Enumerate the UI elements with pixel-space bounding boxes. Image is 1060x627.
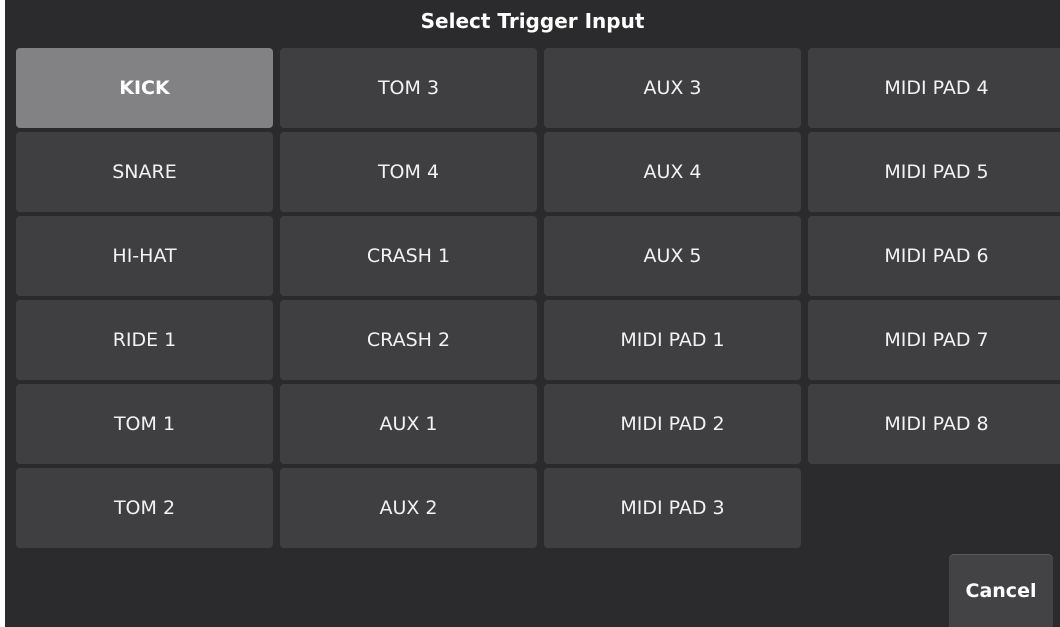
trigger-option-midi-pad-2[interactable]: MIDI PAD 2: [544, 384, 801, 464]
trigger-option-tom-1[interactable]: TOM 1: [16, 384, 273, 464]
trigger-option-midi-pad-5[interactable]: MIDI PAD 5: [808, 132, 1060, 212]
trigger-option-tom-2[interactable]: TOM 2: [16, 468, 273, 548]
trigger-option-aux-4[interactable]: AUX 4: [544, 132, 801, 212]
trigger-option-aux-3[interactable]: AUX 3: [544, 48, 801, 128]
trigger-option-midi-pad-7[interactable]: MIDI PAD 7: [808, 300, 1060, 380]
trigger-option-aux-2[interactable]: AUX 2: [280, 468, 537, 548]
trigger-option-midi-pad-8[interactable]: MIDI PAD 8: [808, 384, 1060, 464]
trigger-option-aux-5[interactable]: AUX 5: [544, 216, 801, 296]
trigger-option-midi-pad-1[interactable]: MIDI PAD 1: [544, 300, 801, 380]
trigger-input-dialog: Select Trigger Input KICK TOM 3 AUX 3 MI…: [5, 0, 1060, 627]
trigger-option-kick[interactable]: KICK: [16, 48, 273, 128]
trigger-option-crash-1[interactable]: CRASH 1: [280, 216, 537, 296]
cancel-button[interactable]: Cancel: [949, 554, 1053, 627]
trigger-option-snare[interactable]: SNARE: [16, 132, 273, 212]
trigger-option-midi-pad-6[interactable]: MIDI PAD 6: [808, 216, 1060, 296]
trigger-option-midi-pad-4[interactable]: MIDI PAD 4: [808, 48, 1060, 128]
empty-grid-slot: [808, 468, 1060, 548]
trigger-option-tom-4[interactable]: TOM 4: [280, 132, 537, 212]
trigger-option-aux-1[interactable]: AUX 1: [280, 384, 537, 464]
trigger-option-crash-2[interactable]: CRASH 2: [280, 300, 537, 380]
trigger-option-midi-pad-3[interactable]: MIDI PAD 3: [544, 468, 801, 548]
trigger-option-tom-3[interactable]: TOM 3: [280, 48, 537, 128]
trigger-option-ride-1[interactable]: RIDE 1: [16, 300, 273, 380]
trigger-input-grid: KICK TOM 3 AUX 3 MIDI PAD 4 SNARE TOM 4 …: [16, 48, 1060, 548]
trigger-option-hi-hat[interactable]: HI-HAT: [16, 216, 273, 296]
dialog-title: Select Trigger Input: [420, 9, 645, 33]
